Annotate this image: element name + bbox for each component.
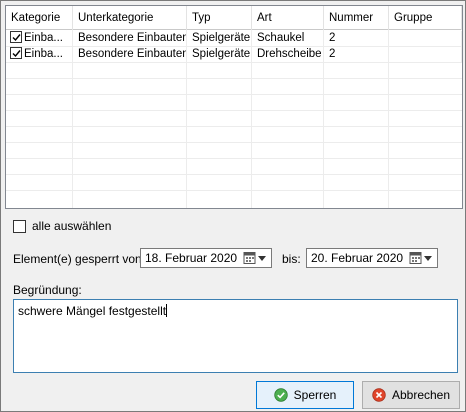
cell-typ: Spielgeräte [187, 31, 252, 47]
cell-art: Schaukel [252, 31, 324, 47]
table-row[interactable]: Einba... Besondere Einbauten Spielgeräte… [6, 47, 462, 63]
kategorie-value: Einba... [24, 48, 63, 60]
cell-gruppe [389, 31, 462, 47]
table-row[interactable]: Einba... Besondere Einbauten Spielgeräte… [6, 31, 462, 47]
grid-line [6, 94, 462, 95]
cancel-button-label: Abbrechen [391, 388, 451, 402]
text-caret [166, 304, 168, 317]
column-header-nummer[interactable]: Nummer [324, 6, 389, 30]
cell-kategorie: Einba... [6, 31, 73, 47]
locked-from-date-picker[interactable]: 18. Februar 2020 [140, 248, 272, 268]
column-header-art[interactable]: Art [252, 6, 324, 30]
locked-to-date-value: 20. Februar 2020 [311, 251, 404, 265]
column-header-typ[interactable]: Typ [187, 6, 252, 30]
grid-line [6, 110, 462, 111]
grid-header: Kategorie Unterkategorie Typ Art Nummer … [6, 6, 462, 30]
cell-art: Drehscheibe [252, 47, 324, 63]
grid-line [6, 126, 462, 127]
reason-text: schwere Mängel festgestellt [18, 304, 168, 318]
dialog-window: Kategorie Unterkategorie Typ Art Nummer … [0, 0, 466, 412]
column-header-gruppe[interactable]: Gruppe [389, 6, 462, 30]
lock-button-label: Sperren [293, 388, 337, 402]
cell-nummer: 2 [324, 47, 389, 63]
select-all-label: alle auswählen [32, 219, 112, 233]
select-all-box[interactable] [13, 220, 26, 233]
calendar-icon[interactable] [243, 251, 269, 266]
kategorie-value: Einba... [24, 32, 63, 44]
grid-line [6, 158, 462, 159]
lock-button[interactable]: Sperren [256, 381, 354, 409]
calendar-icon[interactable] [409, 251, 435, 266]
red-x-circle-icon [372, 388, 386, 402]
grid-line [6, 174, 462, 175]
cell-unterkategorie: Besondere Einbauten [73, 31, 187, 47]
reason-textarea[interactable]: schwere Mängel festgestellt [13, 299, 458, 373]
element-grid[interactable]: Kategorie Unterkategorie Typ Art Nummer … [5, 5, 463, 209]
locked-from-label: Element(e) gesperrt von: [13, 252, 146, 266]
reason-value: schwere Mängel festgestellt [18, 304, 167, 318]
select-all-checkbox[interactable]: alle auswählen [13, 219, 111, 235]
locked-to-date-picker[interactable]: 20. Februar 2020 [306, 248, 438, 268]
green-check-circle-icon [273, 388, 288, 402]
column-header-kategorie[interactable]: Kategorie [6, 6, 73, 30]
reason-label: Begründung: [13, 283, 82, 297]
cell-kategorie: Einba... [6, 47, 73, 63]
check-icon [12, 50, 21, 58]
cell-gruppe [389, 47, 462, 63]
grid-line [6, 190, 462, 191]
grid-line [6, 78, 462, 79]
locked-from-date-value: 18. Februar 2020 [145, 251, 238, 265]
cell-unterkategorie: Besondere Einbauten [73, 47, 187, 63]
column-header-unterkategorie[interactable]: Unterkategorie [73, 6, 187, 30]
row-checkbox[interactable] [10, 31, 22, 43]
cancel-button[interactable]: Abbrechen [362, 381, 460, 409]
grid-line [6, 142, 462, 143]
locked-to-label: bis: [282, 252, 301, 266]
cell-nummer: 2 [324, 31, 389, 47]
cell-typ: Spielgeräte [187, 47, 252, 63]
check-icon [12, 34, 21, 42]
row-checkbox[interactable] [10, 47, 22, 59]
